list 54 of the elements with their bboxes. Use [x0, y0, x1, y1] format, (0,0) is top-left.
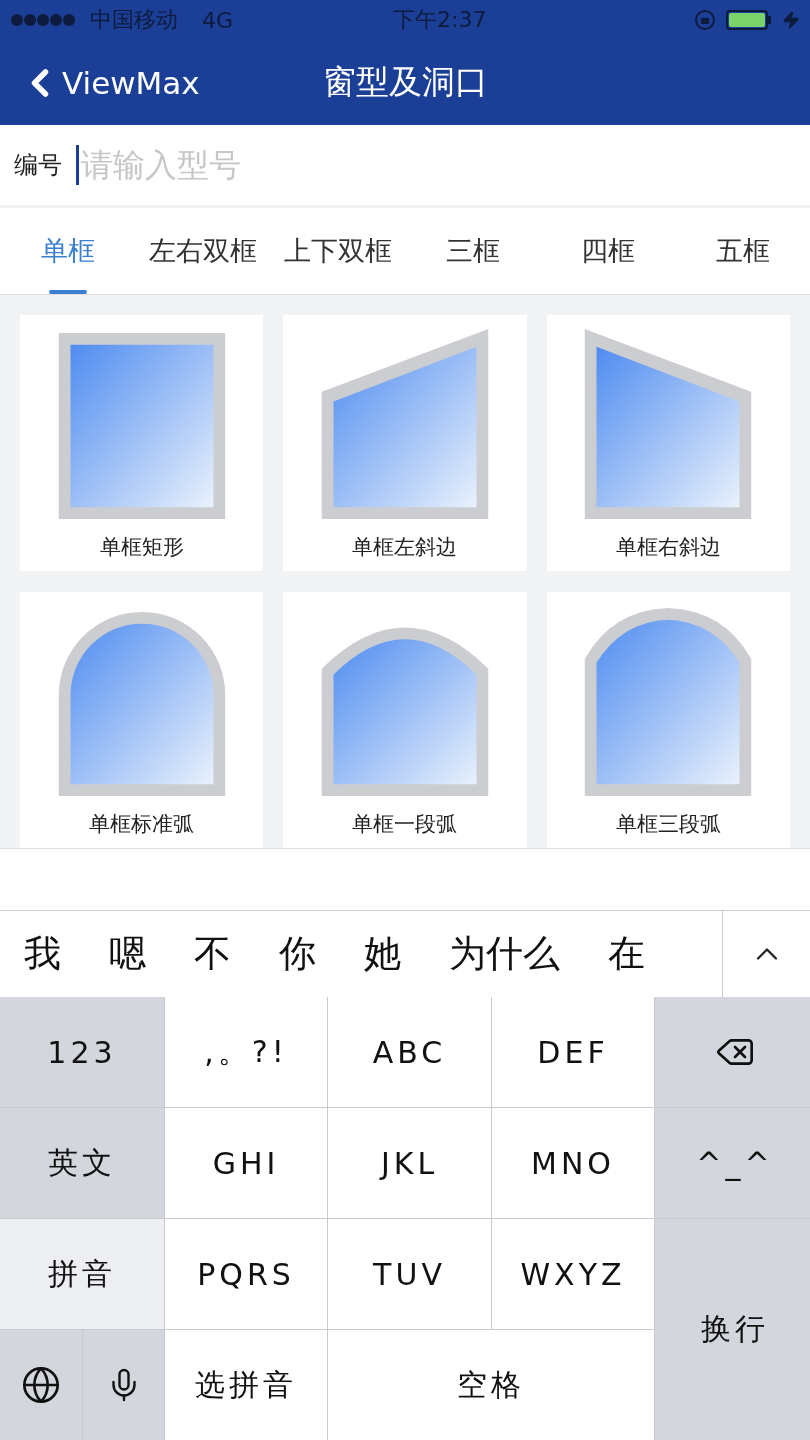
window-shape-card[interactable]: 单框标准弧	[20, 591, 264, 848]
shape-label: 单框一段弧	[352, 810, 458, 838]
globe-icon	[21, 1365, 61, 1405]
space-key[interactable]: 空格	[328, 1330, 654, 1440]
back-button[interactable]: ViewMax	[0, 60, 200, 105]
letter-key[interactable]: ABC	[328, 997, 491, 1107]
shape-label: 单框左斜边	[352, 534, 458, 561]
field-label: 编号	[14, 150, 62, 181]
window-shape-card[interactable]: 单框左斜边	[283, 315, 527, 571]
return-key[interactable]: 换行	[655, 1219, 810, 1440]
candidate-word[interactable]: 我	[24, 929, 61, 979]
frame-tab[interactable]: 单框	[0, 208, 135, 294]
candidate-word[interactable]: 不	[194, 929, 231, 979]
letter-key[interactable]: DEF	[492, 997, 654, 1107]
clock: 下午2:37	[393, 6, 487, 34]
letter-key[interactable]: GHI	[165, 1108, 327, 1218]
letter-key[interactable]: MNO	[492, 1108, 654, 1218]
candidate-word[interactable]: 嗯	[109, 929, 146, 979]
choose-pinyin-key[interactable]: 选拼音	[165, 1330, 327, 1440]
carrier: 中国移动	[90, 6, 178, 34]
charging-icon	[782, 11, 800, 29]
globe-key[interactable]	[0, 1330, 82, 1440]
mode-key[interactable]: 拼音	[0, 1219, 164, 1329]
letter-key[interactable]: TUV	[328, 1219, 491, 1329]
window-shape-card[interactable]: 单框一段弧	[283, 591, 527, 848]
backspace-key[interactable]	[655, 997, 810, 1107]
network-type: 4G	[202, 7, 234, 33]
candidate-word[interactable]: 她	[364, 929, 401, 979]
frame-tab[interactable]: 上下双框	[270, 208, 405, 294]
window-shape-card[interactable]: 单框右斜边	[546, 315, 790, 571]
battery-icon	[726, 9, 772, 31]
shape-label: 单框右斜边	[615, 534, 721, 561]
microphone-key[interactable]	[83, 1330, 164, 1440]
letter-key[interactable]: PQRS	[165, 1219, 327, 1329]
letter-key[interactable]: ,。?!	[165, 997, 327, 1107]
letter-key[interactable]: JKL	[328, 1108, 491, 1218]
candidate-word[interactable]: 在	[608, 929, 645, 979]
mode-key[interactable]: 123	[0, 997, 164, 1107]
frame-tab[interactable]: 三框	[405, 208, 540, 294]
shape-label: 单框矩形	[99, 534, 184, 561]
window-shape-card[interactable]: 单框三段弧	[546, 591, 790, 848]
shape-label: 单框三段弧	[615, 810, 721, 838]
page-title: 窗型及洞口	[322, 61, 488, 103]
mode-key[interactable]: 英文	[0, 1108, 164, 1218]
frame-tab[interactable]: 左右双框	[135, 208, 270, 294]
letter-key[interactable]: WXYZ	[492, 1219, 654, 1329]
shape-label: 单框标准弧	[89, 810, 195, 838]
rotation-lock-icon	[694, 9, 716, 31]
window-shape-card[interactable]: 单框矩形	[20, 315, 264, 571]
candidate-word[interactable]: 为什么	[449, 929, 560, 979]
frame-tab[interactable]: 四框	[540, 208, 675, 294]
frame-tab[interactable]: 五框	[675, 208, 810, 294]
candidate-word[interactable]: 你	[279, 929, 316, 979]
emoji-key[interactable]: ^_^	[655, 1108, 810, 1218]
